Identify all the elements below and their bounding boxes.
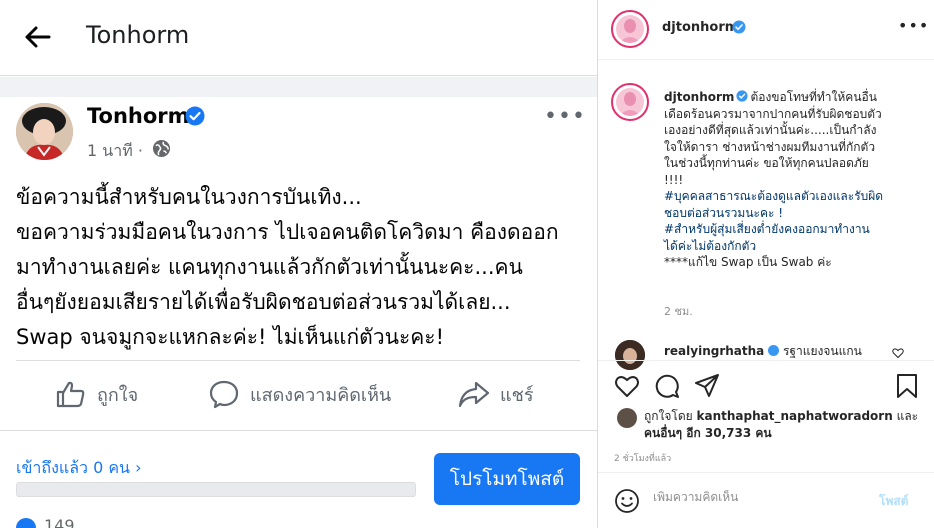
caption-text: ในช่วงนี้ทุกท่านค่ะ ขอให้ทุกคนปลอดภัย — [664, 156, 869, 170]
caption-note: ****แก้ไข Swap เป็น Swab ค่ะ — [664, 255, 832, 269]
caption-text: ใจให้ดารา ช่างหน้าช่างผมทีมงานที่กักตัว — [664, 139, 876, 154]
verified-badge-icon — [736, 90, 749, 102]
hashtag-link[interactable]: #บุคคลสาธารณะต้องดูแลตัวเองและรับผิด — [664, 188, 924, 205]
comment-label: แสดงความคิดเห็น — [250, 384, 392, 406]
back-arrow-icon[interactable] — [22, 22, 52, 52]
verified-badge-icon — [732, 20, 746, 34]
facebook-header: Tonhorm — [0, 0, 597, 76]
caption-timestamp: 2 ชม. — [664, 305, 693, 318]
comment-text: รฐาแยงจนแกน — [782, 344, 862, 358]
divider — [16, 360, 580, 361]
send-icon[interactable] — [694, 373, 720, 399]
globe-icon — [152, 139, 171, 158]
comment-icon[interactable] — [654, 373, 680, 399]
verified-badge-icon — [185, 106, 205, 126]
heart-icon[interactable] — [614, 373, 640, 399]
like-reaction-icon — [16, 518, 36, 528]
comment-bubble-icon — [209, 380, 239, 409]
divider — [598, 472, 934, 473]
comment-button[interactable]: แสดงความคิดเห็น — [208, 376, 391, 412]
caption-text: เดือดร้อนควรมาจากปากคนที่รับผิดชอบตัว — [664, 106, 882, 121]
like-label: ถูกใจ — [97, 384, 139, 406]
chevron-right-icon: › — [135, 458, 142, 477]
comment-input[interactable] — [653, 490, 873, 504]
post-timestamp[interactable]: 1 นาที · — [87, 139, 143, 164]
divider — [598, 360, 934, 361]
like-button[interactable]: ถูกใจ — [55, 376, 138, 412]
page-name[interactable]: Tonhorm — [87, 104, 190, 128]
hashtag-link[interactable]: ได้ค่ะไม่ต้องกักตัว — [664, 238, 924, 255]
hashtag-link[interactable]: #สำหรับผู้สุ่มเสี่ยงต่ำยังคงออกมาทำงาน — [664, 221, 924, 238]
avatar[interactable] — [615, 340, 645, 370]
share-arrow-icon — [458, 381, 490, 408]
post-timestamp[interactable]: 2 ชั่วโมงที่แล้ว — [614, 451, 671, 465]
divider — [0, 430, 597, 431]
thumbs-up-icon — [56, 381, 85, 408]
more-options-button[interactable]: ••• — [898, 16, 929, 35]
share-label: แชร์ — [500, 384, 534, 406]
post-line: ขอความร่วมมือคนในวงการ ไปเจอคนติดโควิดมา… — [16, 220, 559, 244]
share-button[interactable]: แชร์ — [458, 376, 534, 412]
avatar[interactable] — [611, 10, 649, 48]
avatar[interactable] — [617, 408, 637, 428]
section-gap — [0, 77, 597, 97]
likes-summary[interactable]: ถูกใจโดย kanthaphat_naphatworadorn และ ค… — [644, 408, 918, 442]
hashtag-link[interactable]: ชอบต่อส่วนรวมนะคะ ! — [664, 205, 924, 222]
reach-link[interactable]: เข้าถึงแล้ว 0 คน › — [16, 456, 141, 481]
caption-text: ต้องขอโทษที่ทำให้คนอื่น — [750, 90, 877, 104]
avatar[interactable] — [16, 103, 73, 160]
post-line: ข้อความนี้สำหรับคนในวงการบันเทิง... — [16, 185, 362, 209]
caption-username[interactable]: djtonhorm — [664, 90, 734, 104]
more-options-button[interactable]: ••• — [544, 104, 586, 129]
post-comment-button[interactable]: โพสต์ — [879, 492, 908, 511]
comment-username[interactable]: realyingrhatha — [664, 344, 764, 358]
facebook-post-panel: Tonhorm Tonhorm 1 นาที · ••• ข้อความนี้ส… — [0, 0, 597, 528]
username[interactable]: djtonhorm — [662, 20, 738, 35]
post-caption: djtonhorm ต้องขอโทษที่ทำให้คนอื่น เดือดร้… — [664, 89, 924, 271]
reach-progress-bar — [16, 482, 416, 497]
bookmark-icon[interactable] — [894, 373, 920, 399]
post-line: มาทำงานเลยค่ะ แคนทุกงานแล้วกักตัวเท่านั้… — [16, 255, 523, 279]
emoji-icon[interactable] — [614, 488, 640, 514]
caption-text: เองอย่างดีที่สุดแล้วเท่านั้นค่ะ.....เป็น… — [664, 123, 877, 137]
verified-badge-icon — [768, 345, 780, 356]
instagram-header: djtonhorm ••• — [598, 0, 934, 60]
comment-item: realyingrhatha รฐาแยงจนแกน — [664, 342, 862, 361]
comment-like-icon[interactable] — [892, 347, 904, 359]
reaction-count[interactable]: 149 — [44, 516, 75, 528]
instagram-post-panel: djtonhorm ••• djtonhorm ต้องขอโทษที่ทำให้… — [598, 0, 934, 528]
post-line: อื่นๆยังยอมเสียรายได้เพื่อรับผิดชอบต่อส่… — [16, 290, 511, 314]
post-text: ข้อความนี้สำหรับคนในวงการบันเทิง... ขอคว… — [16, 180, 586, 355]
post-line: Swap จนจมูกจะแหกละค่ะ! ไม่เห็นแก่ตัวนะคะ… — [16, 325, 444, 349]
caption-text: !!!! — [664, 172, 684, 187]
page-title: Tonhorm — [86, 21, 190, 49]
promote-post-button[interactable]: โปรโมทโพสต์ — [434, 453, 580, 505]
avatar[interactable] — [611, 83, 649, 121]
